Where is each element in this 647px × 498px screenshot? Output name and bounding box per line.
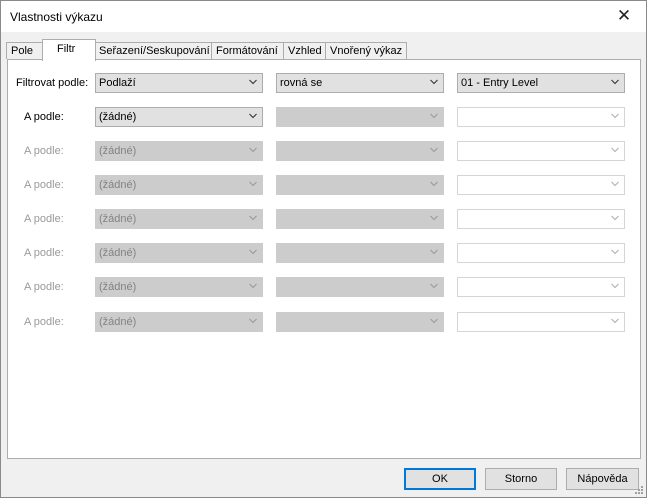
tab-vzhled[interactable]: Vzhled [283,42,326,59]
select-value: (žádné) [99,213,137,225]
chevron-down-icon [430,79,438,86]
and-by-label: A podle: [24,179,64,191]
chevron-down-icon [611,113,619,120]
filter-value-select-6[interactable] [457,243,625,263]
filter-operator-select-2[interactable] [276,107,444,127]
tab-label: Filtr [57,43,76,55]
filter-value-select-3[interactable] [457,141,625,161]
chevron-down-icon [430,113,438,120]
chevron-down-icon [611,318,619,325]
filter-by-label: Filtrovat podle: [16,77,89,89]
ok-button[interactable]: OK [404,468,476,490]
tab-label: Vnořený výkaz [330,45,403,57]
filter-operator-select-6[interactable] [276,243,444,263]
filter-operator-select-4[interactable] [276,175,444,195]
select-value: (žádné) [99,179,137,191]
chevron-down-icon [430,283,438,290]
and-by-label: A podle: [24,145,64,157]
chevron-down-icon [611,147,619,154]
and-by-label: A podle: [24,247,64,259]
chevron-down-icon [611,181,619,188]
filter-value-select-2[interactable] [457,107,625,127]
filter-operator-select-8[interactable] [276,312,444,332]
tab-serazeni[interactable]: Seřazení/Seskupování [94,42,212,59]
chevron-down-icon [249,79,257,86]
chevron-down-icon [249,113,257,120]
select-value: rovná se [280,77,323,89]
close-icon[interactable]: ✕ [610,4,638,28]
select-value: (žádné) [99,111,137,123]
filter-operator-select-5[interactable] [276,209,444,229]
filter-field-select-8[interactable]: (žádné) [95,312,263,332]
and-by-label: A podle: [24,316,64,328]
tab-vnoreny-vykaz[interactable]: Vnořený výkaz [325,42,407,59]
filter-panel: Filtrovat podle: Podlaží rovná se 01 - E… [7,59,641,459]
chevron-down-icon [249,249,257,256]
chevron-down-icon [430,249,438,256]
filter-field-select-4[interactable]: (žádné) [95,175,263,195]
tab-label: Formátování [216,45,278,57]
chevron-down-icon [249,318,257,325]
select-value: (žádné) [99,145,137,157]
filter-field-select-7[interactable]: (žádné) [95,277,263,297]
tab-pole[interactable]: Pole [6,42,44,59]
filter-field-select-1[interactable]: Podlaží [95,73,263,93]
filter-value-select-4[interactable] [457,175,625,195]
chevron-down-icon [611,249,619,256]
chevron-down-icon [430,318,438,325]
tab-formatovani[interactable]: Formátování [211,42,284,59]
filter-value-select-7[interactable] [457,277,625,297]
and-by-label: A podle: [24,111,64,123]
chevron-down-icon [249,283,257,290]
and-by-label: A podle: [24,213,64,225]
chevron-down-icon [430,181,438,188]
filter-field-select-3[interactable]: (žádné) [95,141,263,161]
chevron-down-icon [249,215,257,222]
chevron-down-icon [249,147,257,154]
chevron-down-icon [611,215,619,222]
cancel-button[interactable]: Storno [485,468,557,490]
filter-field-select-6[interactable]: (žádné) [95,243,263,263]
window-title: Vlastnosti výkazu [10,10,103,24]
filter-value-select-5[interactable] [457,209,625,229]
select-value: (žádné) [99,316,137,328]
help-button[interactable]: Nápověda [566,468,639,490]
title-bar: Vlastnosti výkazu ✕ [1,1,646,32]
tab-filtr[interactable]: Filtr [42,39,96,61]
resize-grip-icon[interactable] [634,485,644,495]
select-value: (žádné) [99,247,137,259]
tab-label: Seřazení/Seskupování [99,45,210,57]
chevron-down-icon [611,79,619,86]
select-value: Podlaží [99,77,136,89]
filter-field-select-2[interactable]: (žádné) [95,107,263,127]
dialog-window: Vlastnosti výkazu ✕ Pole Filtr Seřazení/… [0,0,647,498]
chevron-down-icon [430,215,438,222]
filter-value-select-1[interactable]: 01 - Entry Level [457,73,625,93]
chevron-down-icon [430,147,438,154]
tab-label: Vzhled [288,45,322,57]
tab-label: Pole [11,45,34,57]
filter-operator-select-3[interactable] [276,141,444,161]
chevron-down-icon [611,283,619,290]
chevron-down-icon [249,181,257,188]
filter-operator-select-7[interactable] [276,277,444,297]
filter-operator-select-1[interactable]: rovná se [276,73,444,93]
filter-value-select-8[interactable] [457,312,625,332]
select-value: 01 - Entry Level [461,77,539,89]
filter-field-select-5[interactable]: (žádné) [95,209,263,229]
select-value: (žádné) [99,281,137,293]
and-by-label: A podle: [24,281,64,293]
